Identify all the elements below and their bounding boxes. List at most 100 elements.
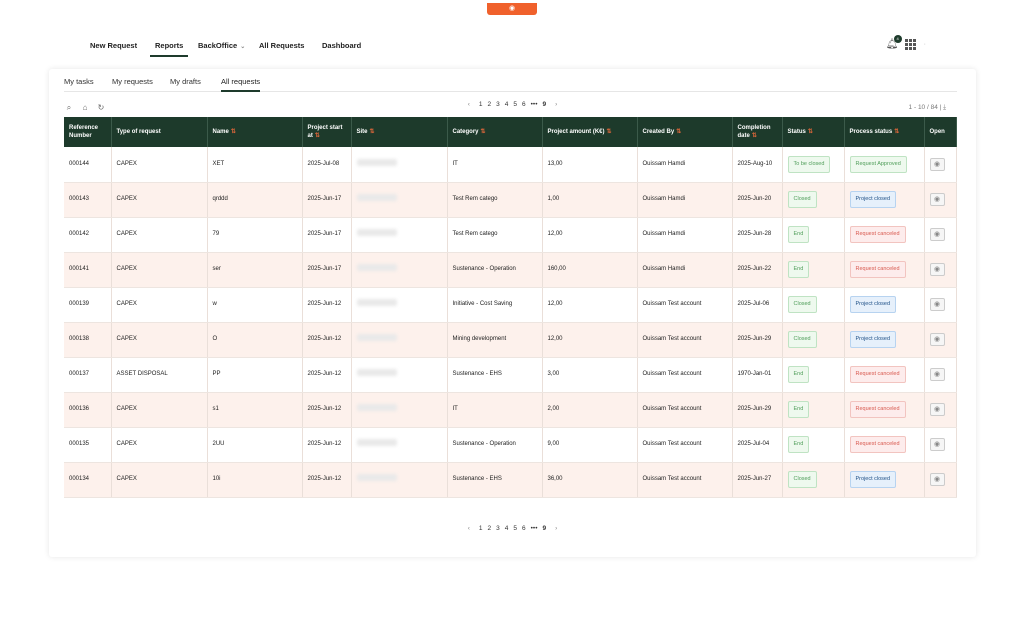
cell-open: ◉ bbox=[924, 462, 957, 498]
page-ellipsis[interactable]: ••• bbox=[531, 525, 538, 532]
tab-my-drafts[interactable]: My drafts bbox=[170, 77, 201, 86]
eye-icon[interactable]: ◉ bbox=[929, 193, 945, 206]
top-navigation: ◉ New Request Reports BackOffice ⌄ All Re… bbox=[0, 3, 1024, 64]
table-row[interactable]: 000139 CAPEX w 2025-Jun-12 Initiative - Cost… bbox=[64, 287, 957, 323]
notification-bell-icon[interactable]: 🔔︎ 4 bbox=[886, 35, 902, 50]
col-completion[interactable]: Completion date ⇅ bbox=[732, 117, 783, 147]
eye-icon[interactable]: ◉ bbox=[929, 263, 945, 276]
col-start[interactable]: Project start at ⇅ bbox=[302, 117, 352, 147]
sort-icon[interactable]: ⇅ bbox=[808, 129, 813, 135]
col-created-by[interactable]: Created By ⇅ bbox=[637, 117, 733, 147]
page-5[interactable]: 5 bbox=[513, 101, 517, 108]
cell-amount: 3,00 bbox=[542, 357, 638, 393]
next-page-icon[interactable]: › bbox=[555, 101, 557, 108]
sort-icon[interactable]: ⇅ bbox=[231, 129, 236, 135]
environment-tab[interactable]: ◉ bbox=[487, 3, 537, 15]
cell-category: Mining development bbox=[447, 322, 543, 358]
nav-all-requests[interactable]: All Requests bbox=[259, 41, 304, 50]
col-category[interactable]: Category ⇅ bbox=[447, 117, 543, 147]
nav-dashboard[interactable]: Dashboard bbox=[322, 41, 361, 50]
page-3[interactable]: 3 bbox=[496, 101, 500, 108]
tab-all-requests[interactable]: All requests bbox=[221, 77, 261, 92]
cell-name: 2UU bbox=[207, 427, 303, 463]
cell-start: 2025-Jun-12 bbox=[302, 392, 352, 428]
cell-amount: 9,00 bbox=[542, 427, 638, 463]
cell-category: Sustenance - EHS bbox=[447, 357, 543, 393]
page-6[interactable]: 6 bbox=[522, 525, 526, 532]
next-page-icon[interactable]: › bbox=[555, 525, 557, 532]
nav-reports[interactable]: Reports bbox=[149, 41, 189, 57]
eye-icon[interactable]: ◉ bbox=[929, 298, 945, 311]
table-row[interactable]: 000134 CAPEX 10i 2025-Jun-12 Sustenance - EH… bbox=[64, 462, 957, 498]
table-row[interactable]: 000136 CAPEX s1 2025-Jun-12 IT 2,00 Ouissam Te… bbox=[64, 392, 957, 428]
tab-my-tasks[interactable]: My tasks bbox=[64, 77, 94, 86]
page-4[interactable]: 4 bbox=[505, 101, 509, 108]
table-row[interactable]: 000135 CAPEX 2UU 2025-Jun-12 Sustenance - Op… bbox=[64, 427, 957, 463]
sort-icon[interactable]: ⇅ bbox=[752, 133, 757, 139]
cell-status: End bbox=[782, 357, 845, 393]
cell-status: Closed bbox=[782, 322, 845, 358]
table-row[interactable]: 000137 ASSET DISPOSAL PP 2025-Jun-12 Sustena… bbox=[64, 357, 957, 393]
sort-icon[interactable]: ⇅ bbox=[607, 129, 612, 135]
table-row[interactable]: 000143 CAPEX qrddd 2025-Jun-17 Test Rem cate… bbox=[64, 182, 957, 218]
status-badge: Closed bbox=[787, 471, 817, 488]
col-site[interactable]: Site ⇅ bbox=[351, 117, 448, 147]
page-3[interactable]: 3 bbox=[496, 525, 500, 532]
nav-new-request[interactable]: New Request bbox=[90, 41, 137, 50]
page-ellipsis[interactable]: ••• bbox=[531, 101, 538, 108]
page-1[interactable]: 1 bbox=[479, 525, 483, 532]
sort-icon[interactable]: ⇅ bbox=[370, 129, 375, 135]
eye-icon[interactable]: ◉ bbox=[929, 333, 945, 346]
eye-icon[interactable]: ◉ bbox=[929, 438, 945, 451]
table-row[interactable]: 000142 CAPEX 79 2025-Jun-17 Test Rem catego 1… bbox=[64, 217, 957, 253]
col-reference[interactable]: Reference Number bbox=[64, 117, 112, 147]
prev-page-icon[interactable]: ‹ bbox=[468, 101, 470, 108]
tab-my-requests[interactable]: My requests bbox=[112, 77, 153, 86]
download-icon[interactable]: ⤓ bbox=[943, 104, 946, 111]
page-1[interactable]: 1 bbox=[479, 101, 483, 108]
col-process-label: Process status bbox=[849, 129, 893, 135]
page-9[interactable]: 9 bbox=[542, 525, 546, 532]
cell-created-by: Ouissam Hamdi bbox=[637, 252, 733, 288]
eye-icon[interactable]: ◉ bbox=[929, 403, 945, 416]
cell-completion: 2025-Jul-04 bbox=[732, 427, 783, 463]
status-badge: End bbox=[787, 401, 810, 418]
table-row[interactable]: 000144 CAPEX XET 2025-Jul-08 IT 13,00 Ouissam … bbox=[64, 147, 957, 183]
sort-icon[interactable]: ⇅ bbox=[894, 129, 899, 135]
prev-page-icon[interactable]: ‹ bbox=[468, 525, 470, 532]
cell-type: CAPEX bbox=[111, 147, 208, 183]
col-type[interactable]: Type of request bbox=[111, 117, 208, 147]
col-name[interactable]: Name ⇅ bbox=[207, 117, 303, 147]
header-actions: 🔔︎ 4 · bbox=[886, 35, 926, 50]
cell-category: IT bbox=[447, 392, 543, 428]
page-2[interactable]: 2 bbox=[488, 525, 492, 532]
sort-icon[interactable]: ⇅ bbox=[481, 129, 486, 135]
col-amount[interactable]: Project amount (K€) ⇅ bbox=[542, 117, 638, 147]
status-badge: End bbox=[787, 261, 810, 278]
eye-icon[interactable]: ◉ bbox=[929, 473, 945, 486]
process-status-badge: Request canceled bbox=[849, 366, 906, 383]
table-header-row: Reference Number Type of request Name ⇅ P… bbox=[64, 117, 957, 147]
page-6[interactable]: 6 bbox=[522, 101, 526, 108]
sort-icon[interactable]: ⇅ bbox=[315, 133, 320, 139]
table-row[interactable]: 000141 CAPEX ser 2025-Jun-17 Sustenance - Op… bbox=[64, 252, 957, 288]
eye-icon[interactable]: ◉ bbox=[929, 368, 945, 381]
cell-completion: 2025-Jun-20 bbox=[732, 182, 783, 218]
cell-site bbox=[351, 182, 448, 218]
header-divider: · bbox=[923, 41, 926, 48]
cell-start: 2025-Jul-08 bbox=[302, 147, 352, 183]
page-4[interactable]: 4 bbox=[505, 525, 509, 532]
cell-site bbox=[351, 357, 448, 393]
col-process-status[interactable]: Process status ⇅ bbox=[844, 117, 925, 147]
eye-icon[interactable]: ◉ bbox=[929, 157, 945, 171]
nav-backoffice[interactable]: BackOffice ⌄ bbox=[198, 41, 245, 50]
apps-grid-icon[interactable] bbox=[904, 39, 916, 50]
page-5[interactable]: 5 bbox=[513, 525, 517, 532]
cell-start: 2025-Jun-12 bbox=[302, 287, 352, 323]
col-status[interactable]: Status ⇅ bbox=[782, 117, 845, 147]
eye-icon[interactable]: ◉ bbox=[929, 228, 945, 241]
page-9[interactable]: 9 bbox=[542, 101, 546, 108]
page-2[interactable]: 2 bbox=[488, 101, 492, 108]
table-row[interactable]: 000138 CAPEX O 2025-Jun-12 Mining developmen… bbox=[64, 322, 957, 358]
sort-icon[interactable]: ⇅ bbox=[676, 129, 681, 135]
